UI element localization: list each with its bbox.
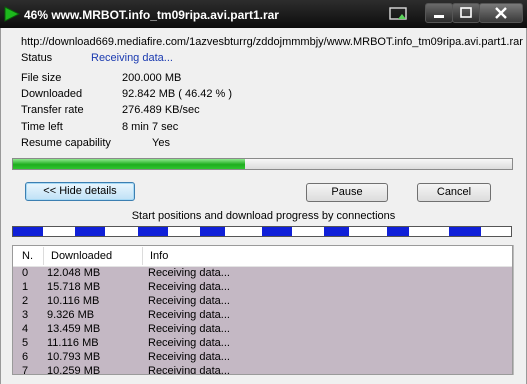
- table-row[interactable]: 4 13.459 MB Receiving data...: [13, 322, 512, 336]
- pause-button[interactable]: Pause: [306, 183, 388, 202]
- table-row[interactable]: 7 10.259 MB Receiving data...: [13, 364, 512, 375]
- maximize-icon: [460, 7, 472, 18]
- connection-progress-segment: [387, 227, 409, 236]
- minimize-icon: [434, 15, 444, 18]
- table-row[interactable]: 0 12.048 MB Receiving data...: [13, 266, 512, 280]
- connections-progress-bar: [12, 226, 512, 237]
- column-header-n[interactable]: N.: [22, 250, 33, 262]
- cell-downloaded: 10.793 MB: [47, 351, 101, 363]
- cell-n: 6: [22, 351, 29, 363]
- resume-capability-value: Yes: [152, 137, 170, 149]
- connection-progress-segment: [449, 227, 481, 236]
- resume-capability-label: Resume capability: [21, 137, 111, 149]
- downloaded-label: Downloaded: [21, 88, 83, 100]
- cell-info: Receiving data...: [148, 309, 230, 321]
- status-value: Receiving data...: [91, 52, 173, 64]
- column-header-downloaded[interactable]: Downloaded: [51, 250, 112, 262]
- table-row[interactable]: 5 11.116 MB Receiving data...: [13, 336, 512, 350]
- cell-n: 0: [22, 267, 29, 279]
- table-border: [513, 245, 514, 375]
- cell-info: Receiving data...: [148, 281, 230, 293]
- table-row[interactable]: 1 15.718 MB Receiving data...: [13, 280, 512, 294]
- cell-info: Receiving data...: [148, 351, 230, 363]
- column-divider[interactable]: [43, 247, 44, 265]
- table-row[interactable]: 6 10.793 MB Receiving data...: [13, 350, 512, 364]
- close-button[interactable]: [479, 3, 523, 23]
- cell-downloaded: 10.116 MB: [47, 295, 100, 307]
- connection-progress-segment: [200, 227, 225, 236]
- cancel-button[interactable]: Cancel: [417, 183, 491, 202]
- cell-n: 7: [22, 365, 29, 375]
- close-icon: [495, 7, 507, 19]
- cell-downloaded: 13.459 MB: [47, 323, 101, 335]
- table-row[interactable]: 2 10.116 MB Receiving data...: [13, 294, 512, 308]
- table-row[interactable]: 3 9.326 MB Receiving data...: [13, 308, 512, 322]
- minimize-button[interactable]: [425, 3, 453, 23]
- maximize-button[interactable]: [452, 3, 480, 23]
- file-size-value: 200.000 MB: [122, 72, 182, 84]
- connection-progress-segment: [138, 227, 168, 236]
- connections-table[interactable]: N. Downloaded Info 0 12.048 MB Receiving d…: [12, 245, 513, 375]
- status-label: Status: [21, 52, 53, 64]
- progress-fill: [13, 159, 245, 169]
- title-bar[interactable]: 46% www.MRBOT.info_tm09ripa.avi.part1.ra…: [0, 0, 527, 28]
- play-arrow-icon: [4, 6, 20, 22]
- download-url: http://download669.mediafire.com/1azvesb…: [21, 36, 523, 48]
- hide-to-tray-icon[interactable]: [388, 5, 410, 23]
- cell-downloaded: 15.718 MB: [47, 281, 101, 293]
- cell-n: 3: [22, 309, 29, 321]
- connection-progress-segment: [75, 227, 105, 236]
- cell-info: Receiving data...: [148, 323, 230, 335]
- hide-details-button[interactable]: << Hide details: [25, 182, 135, 201]
- connection-progress-segment: [324, 227, 349, 236]
- cell-downloaded: 9.326 MB: [47, 309, 95, 321]
- connection-progress-segment: [13, 227, 43, 236]
- cell-n: 4: [22, 323, 29, 335]
- file-size-label: File size: [21, 72, 62, 84]
- cell-info: Receiving data...: [148, 337, 230, 349]
- column-divider[interactable]: [142, 247, 143, 265]
- transfer-rate-label: Transfer rate: [21, 104, 84, 116]
- cell-info: Receiving data...: [148, 295, 230, 307]
- cell-n: 1: [22, 281, 29, 293]
- column-header-info[interactable]: Info: [150, 250, 168, 262]
- transfer-rate-value: 276.489 KB/sec: [122, 104, 200, 116]
- cell-downloaded: 10.259 MB: [47, 365, 101, 375]
- cell-downloaded: 11.116 MB: [47, 337, 99, 349]
- cell-n: 2: [22, 295, 29, 307]
- download-progress-bar: [12, 158, 513, 170]
- cell-downloaded: 12.048 MB: [47, 267, 101, 279]
- time-left-label: Time left: [21, 121, 63, 133]
- cell-info: Receiving data...: [148, 267, 230, 279]
- window-title: 46% www.MRBOT.info_tm09ripa.avi.part1.ra…: [24, 8, 279, 22]
- cell-info: Receiving data...: [148, 365, 230, 375]
- time-left-value: 8 min 7 sec: [122, 121, 179, 133]
- cell-n: 5: [22, 337, 29, 349]
- table-header: N. Downloaded Info: [13, 246, 512, 267]
- connections-caption: Start positions and download progress by…: [131, 210, 396, 222]
- connection-progress-segment: [262, 227, 292, 236]
- downloaded-value: 92.842 MB ( 46.42 % ): [122, 88, 233, 100]
